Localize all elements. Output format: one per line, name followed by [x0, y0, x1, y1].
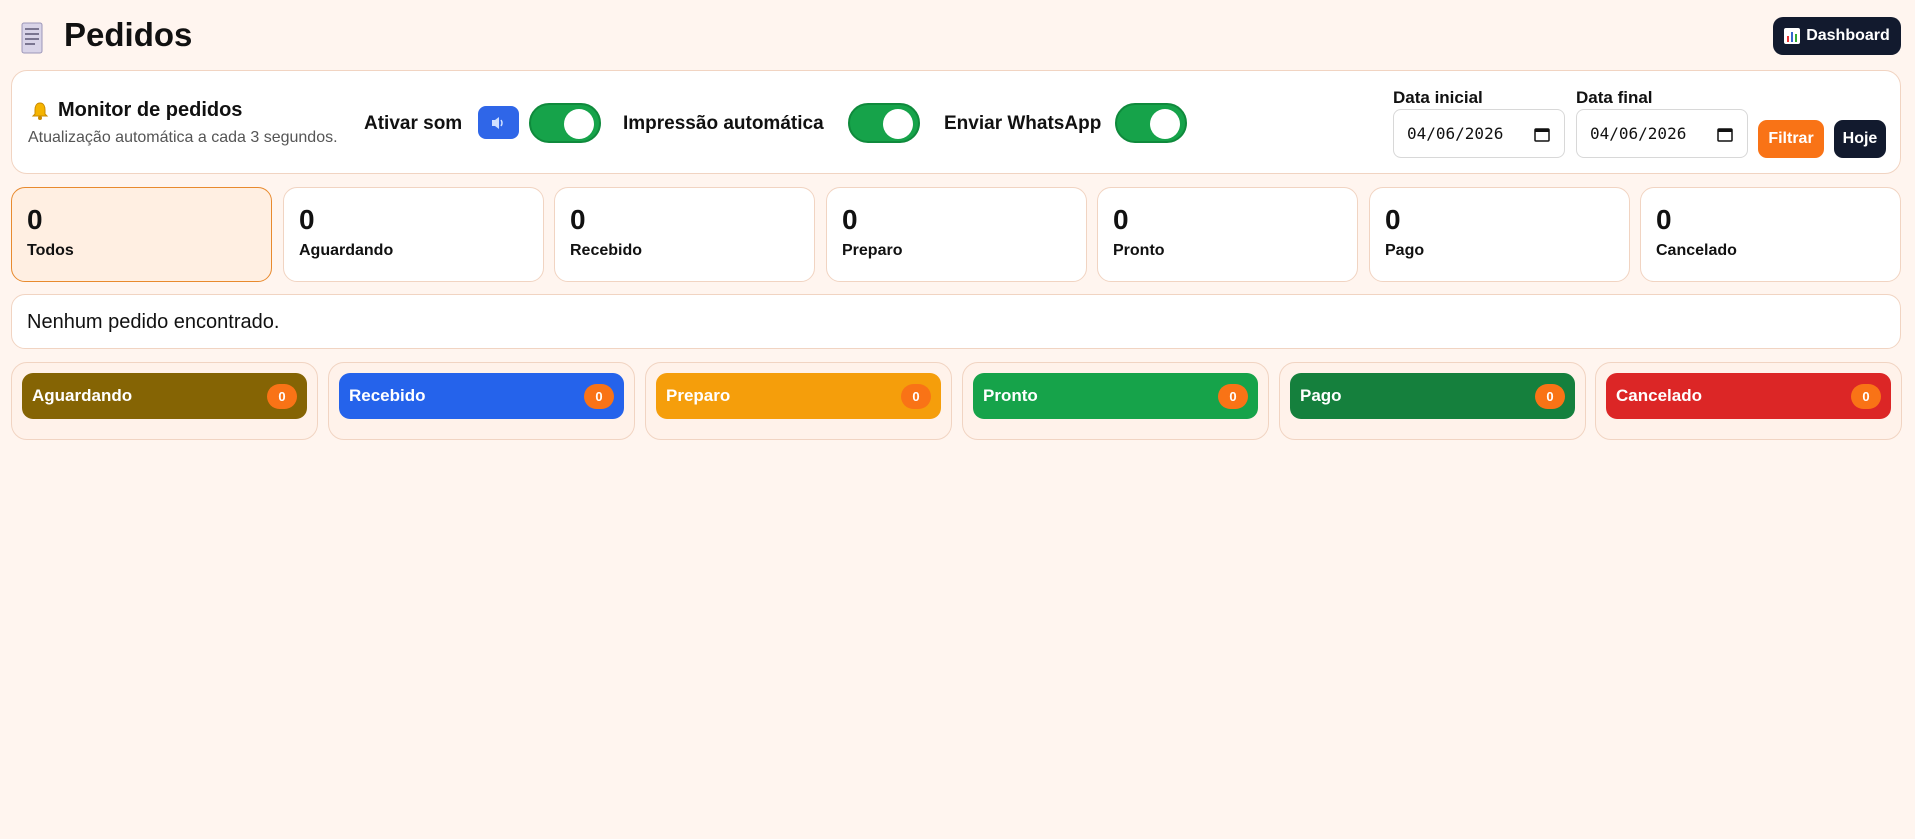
column-pago: Pago 0 — [1279, 362, 1586, 440]
today-button[interactable]: Hoje — [1834, 120, 1886, 158]
column-count-badge: 0 — [901, 384, 931, 409]
monitor-title: Monitor de pedidos — [30, 99, 242, 122]
column-count-badge: 0 — [1851, 384, 1881, 409]
column-aguardando: Aguardando 0 — [11, 362, 318, 440]
column-name: Aguardando — [32, 386, 133, 405]
column-count-badge: 0 — [1535, 384, 1565, 409]
status-count: 0 — [1385, 204, 1401, 235]
dashboard-button[interactable]: Dashboard — [1773, 17, 1901, 55]
status-count: 0 — [1656, 204, 1672, 235]
status-count: 0 — [570, 204, 586, 235]
status-label: Aguardando — [299, 242, 394, 259]
calendar-icon[interactable] — [1534, 126, 1550, 142]
column-count-badge: 0 — [1218, 384, 1248, 409]
start-date-label: Data inicial — [1393, 88, 1483, 107]
monitor-subtitle: Atualização automática a cada 3 segundos… — [28, 129, 338, 146]
column-name: Cancelado — [1616, 386, 1702, 405]
page-header: Pedidos Dashboard — [0, 0, 1915, 70]
start-date-input[interactable]: 04/06/2026 — [1393, 109, 1565, 158]
column-pronto: Pronto 0 — [962, 362, 1269, 440]
status-count: 0 — [299, 204, 315, 235]
column-header: Recebido 0 — [339, 373, 624, 419]
status-card-aguardando[interactable]: 0 Aguardando — [283, 187, 544, 282]
status-card-pronto[interactable]: 0 Pronto — [1097, 187, 1358, 282]
status-label: Pronto — [1113, 242, 1165, 259]
status-count: 0 — [842, 204, 858, 235]
column-name: Pronto — [983, 386, 1038, 405]
column-name: Preparo — [666, 386, 731, 405]
calendar-icon[interactable] — [1717, 126, 1733, 142]
empty-message: Nenhum pedido encontrado. — [27, 311, 280, 333]
empty-state: Nenhum pedido encontrado. — [11, 294, 1901, 349]
status-card-recebido[interactable]: 0 Recebido — [554, 187, 815, 282]
column-name: Pago — [1300, 386, 1342, 405]
column-header: Preparo 0 — [656, 373, 941, 419]
monitor-panel: Monitor de pedidos Atualização automátic… — [11, 70, 1901, 174]
status-label: Pago — [1385, 242, 1425, 259]
end-date-input[interactable]: 04/06/2026 — [1576, 109, 1748, 158]
column-header: Pago 0 — [1290, 373, 1575, 419]
column-header: Aguardando 0 — [22, 373, 307, 419]
toggle-knob — [1150, 109, 1180, 139]
start-date-value: 04/06/2026 — [1407, 124, 1504, 143]
status-label: Recebido — [570, 242, 643, 259]
print-toggle[interactable] — [848, 103, 920, 143]
sound-toggle[interactable] — [529, 103, 601, 143]
test-sound-button[interactable] — [478, 106, 519, 139]
column-header: Cancelado 0 — [1606, 373, 1891, 419]
column-recebido: Recebido 0 — [328, 362, 635, 440]
page-title: Pedidos — [64, 16, 193, 53]
receipt-icon — [21, 22, 43, 54]
status-count: 0 — [1113, 204, 1129, 235]
monitor-title-text: Monitor de pedidos — [58, 99, 243, 121]
status-card-pago[interactable]: 0 Pago — [1369, 187, 1630, 282]
print-label: Impressão automática — [623, 113, 824, 134]
status-label: Preparo — [842, 242, 903, 259]
column-header: Pronto 0 — [973, 373, 1258, 419]
column-count-badge: 0 — [584, 384, 614, 409]
status-count: 0 — [27, 204, 43, 235]
sound-label: Ativar som — [364, 113, 463, 134]
speaker-icon — [491, 116, 503, 129]
whatsapp-toggle[interactable] — [1115, 103, 1187, 143]
status-card-preparo[interactable]: 0 Preparo — [826, 187, 1087, 282]
bar-chart-icon — [1784, 28, 1801, 44]
dashboard-label: Dashboard — [1806, 27, 1890, 44]
status-card-todos[interactable]: 0 Todos — [11, 187, 272, 282]
column-preparo: Preparo 0 — [645, 362, 952, 440]
end-date-value: 04/06/2026 — [1590, 124, 1687, 143]
bell-icon — [31, 101, 49, 120]
status-label: Cancelado — [1656, 242, 1737, 259]
column-count-badge: 0 — [267, 384, 297, 409]
status-card-cancelado[interactable]: 0 Cancelado — [1640, 187, 1901, 282]
end-date-label: Data final — [1576, 88, 1653, 107]
column-name: Recebido — [349, 386, 426, 405]
filter-button[interactable]: Filtrar — [1758, 120, 1824, 158]
toggle-knob — [883, 109, 913, 139]
toggle-knob — [564, 109, 594, 139]
status-label: Todos — [27, 242, 74, 259]
column-cancelado: Cancelado 0 — [1595, 362, 1902, 440]
whatsapp-label: Enviar WhatsApp — [944, 113, 1102, 134]
